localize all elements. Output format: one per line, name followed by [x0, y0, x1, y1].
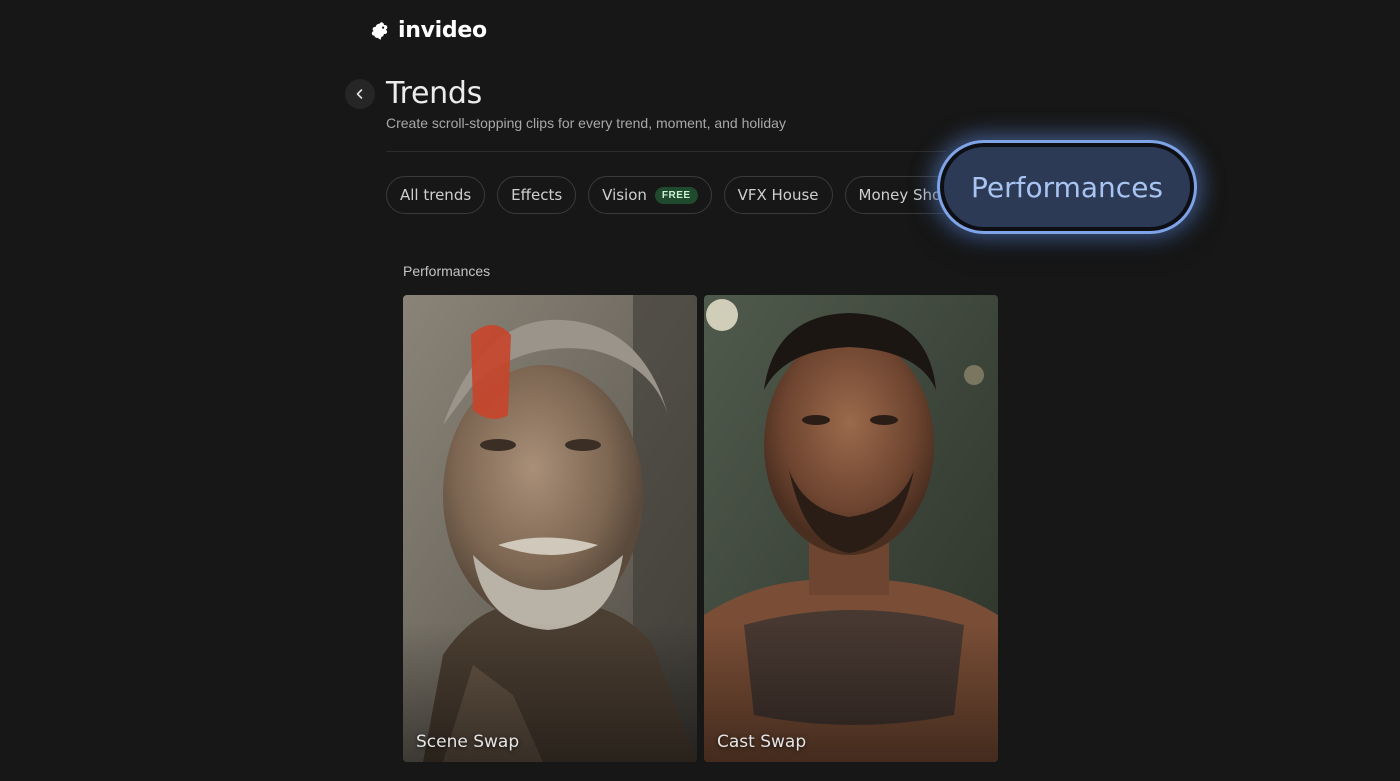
card-thumbnail-image — [403, 295, 697, 762]
brand-name: invideo — [398, 18, 487, 43]
page-subtitle: Create scroll-stopping clips for every t… — [386, 115, 786, 131]
invideo-logo-icon — [371, 21, 388, 40]
card-thumbnail-image — [704, 295, 998, 762]
chip-label: Effects — [511, 186, 563, 204]
filter-chip-vfx-house[interactable]: VFX House — [723, 176, 833, 214]
filter-chip-vision[interactable]: Vision FREE — [588, 176, 712, 214]
filter-chip-all-trends[interactable]: All trends — [386, 176, 486, 214]
trends-page: invideo Trends Create scroll-stopping cl… — [0, 0, 1400, 781]
brand-logo[interactable]: invideo — [370, 18, 487, 43]
page-title: Trends — [386, 76, 482, 111]
card-label: Scene Swap — [416, 732, 520, 752]
filter-chips: All trends Effects Vision FREE VFX House… — [386, 176, 962, 214]
chip-label: Performances — [970, 170, 1164, 204]
trend-card-scene-swap[interactable]: Scene Swap — [403, 295, 697, 762]
free-badge: FREE — [654, 186, 698, 204]
chip-label: Vision — [602, 186, 647, 204]
trend-card-cast-swap[interactable]: Cast Swap — [704, 295, 998, 762]
filter-chip-performances[interactable]: Performances — [940, 143, 1194, 231]
filter-chip-effects[interactable]: Effects — [497, 176, 577, 214]
chip-label: Money Shot — [858, 186, 948, 204]
header-divider — [386, 151, 946, 152]
chevron-left-icon — [356, 89, 363, 99]
card-label: Cast Swap — [717, 732, 807, 752]
back-button[interactable] — [345, 79, 375, 109]
chip-label: All trends — [400, 186, 472, 204]
section-title: Performances — [403, 263, 491, 279]
chip-label: VFX House — [737, 186, 819, 204]
